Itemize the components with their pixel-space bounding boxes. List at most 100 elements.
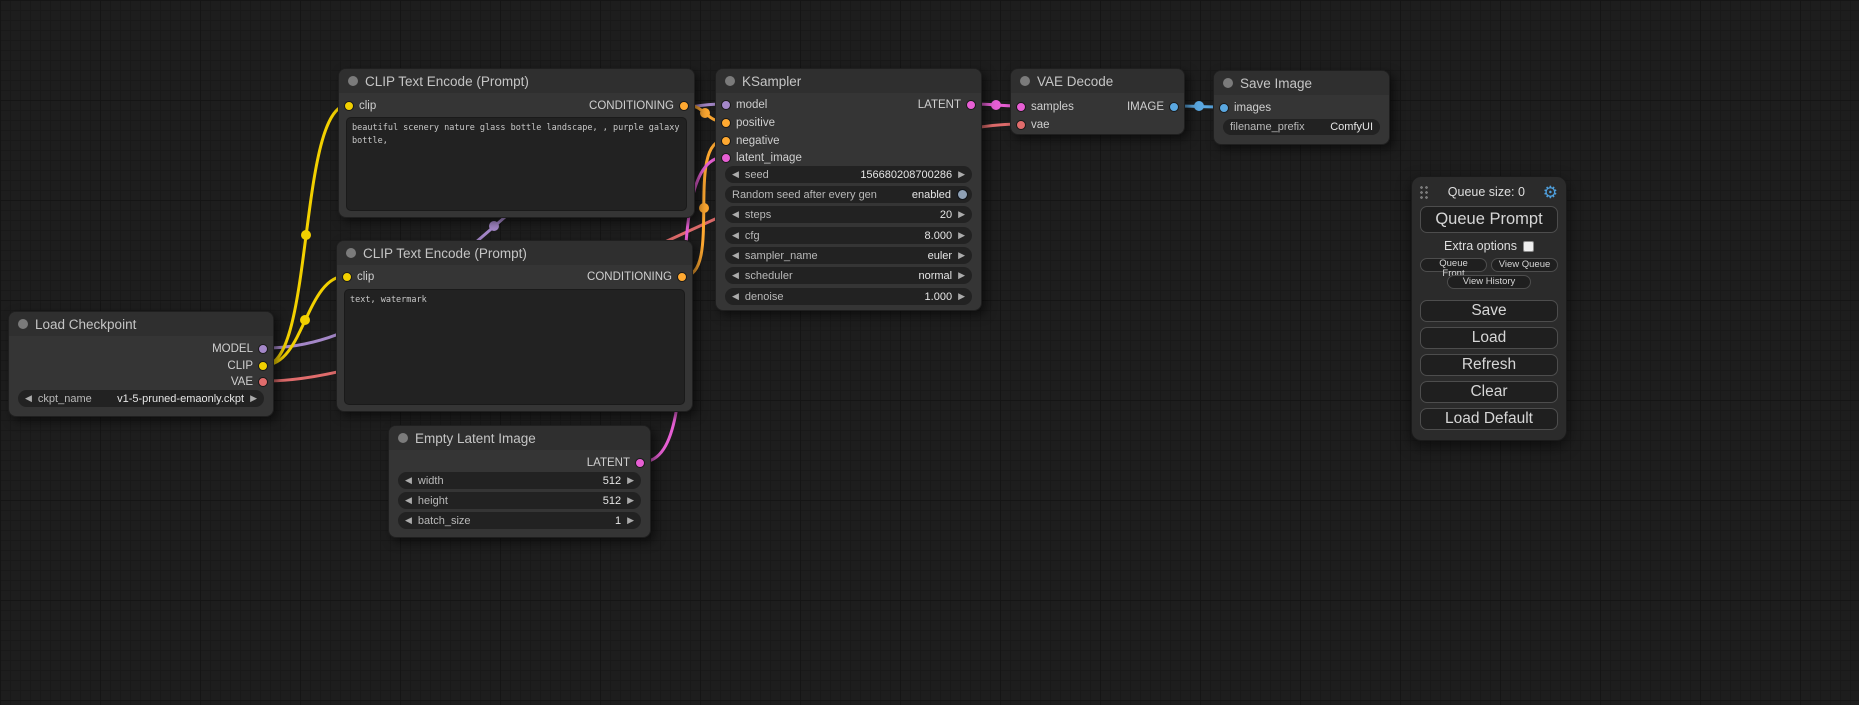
increment-arrow-icon[interactable]: ▶ — [958, 251, 965, 260]
decrement-arrow-icon[interactable]: ◀ — [732, 210, 739, 219]
input-slot-samples[interactable]: samples — [1016, 99, 1074, 115]
node-save-image[interactable]: Save Image images filename_prefix ComfyU… — [1213, 70, 1390, 145]
node-titlebar[interactable]: VAE Decode — [1011, 69, 1184, 93]
height-widget[interactable]: ◀ height 512 ▶ — [398, 492, 641, 509]
collapse-dot[interactable] — [1020, 76, 1030, 86]
denoise-widget[interactable]: ◀ denoise 1.000 ▶ — [725, 288, 972, 305]
output-slot-latent[interactable]: LATENT — [918, 97, 976, 113]
decrement-arrow-icon[interactable]: ◀ — [732, 271, 739, 280]
input-slot-positive[interactable]: positive — [721, 115, 775, 131]
decrement-arrow-icon[interactable]: ◀ — [732, 170, 739, 179]
decrement-arrow-icon[interactable]: ◀ — [25, 394, 32, 403]
seed-widget[interactable]: ◀ seed 156680208700286 ▶ — [725, 166, 972, 183]
queue-front-button[interactable]: Queue Front — [1420, 258, 1487, 272]
collapse-dot[interactable] — [346, 248, 356, 258]
load-default-button[interactable]: Load Default — [1420, 408, 1558, 430]
latent-port-icon[interactable] — [1016, 102, 1026, 112]
clip-port-icon[interactable] — [258, 361, 268, 371]
width-widget[interactable]: ◀ width 512 ▶ — [398, 472, 641, 489]
node-vae-decode[interactable]: VAE Decode samples vae IMAGE — [1010, 68, 1185, 135]
vae-port-icon[interactable] — [1016, 120, 1026, 130]
output-slot-conditioning[interactable]: CONDITIONING — [589, 98, 689, 114]
negative-prompt-textarea[interactable]: text, watermark — [344, 289, 685, 405]
decrement-arrow-icon[interactable]: ◀ — [732, 251, 739, 260]
input-slot-model[interactable]: model — [721, 97, 767, 113]
filename-prefix-widget[interactable]: filename_prefix ComfyUI — [1223, 119, 1380, 135]
vae-port-icon[interactable] — [258, 377, 268, 387]
batch-size-widget[interactable]: ◀ batch_size 1 ▶ — [398, 512, 641, 529]
view-history-button[interactable]: View History — [1447, 275, 1531, 289]
increment-arrow-icon[interactable]: ▶ — [250, 394, 257, 403]
model-port-icon[interactable] — [258, 344, 268, 354]
clear-button[interactable]: Clear — [1420, 381, 1558, 403]
output-slot-vae[interactable]: VAE — [231, 374, 268, 390]
scheduler-widget[interactable]: ◀ scheduler normal ▶ — [725, 267, 972, 284]
decrement-arrow-icon[interactable]: ◀ — [405, 496, 412, 505]
image-port-icon[interactable] — [1169, 102, 1179, 112]
collapse-dot[interactable] — [18, 319, 28, 329]
node-titlebar[interactable]: Save Image — [1214, 71, 1389, 95]
node-titlebar[interactable]: CLIP Text Encode (Prompt) — [339, 69, 694, 93]
node-clip-text-encode-negative[interactable]: CLIP Text Encode (Prompt) clip CONDITION… — [336, 240, 693, 412]
node-titlebar[interactable]: KSampler — [716, 69, 981, 93]
increment-arrow-icon[interactable]: ▶ — [958, 271, 965, 280]
save-button[interactable]: Save — [1420, 300, 1558, 322]
extra-options-checkbox[interactable] — [1523, 241, 1534, 252]
clip-port-icon[interactable] — [342, 272, 352, 282]
queue-prompt-button[interactable]: Queue Prompt — [1420, 206, 1558, 233]
output-slot-conditioning[interactable]: CONDITIONING — [587, 269, 687, 285]
output-slot-latent[interactable]: LATENT — [587, 455, 645, 471]
increment-arrow-icon[interactable]: ▶ — [958, 170, 965, 179]
decrement-arrow-icon[interactable]: ◀ — [405, 476, 412, 485]
load-button[interactable]: Load — [1420, 327, 1558, 349]
input-slot-clip[interactable]: clip — [344, 98, 376, 114]
latent-port-icon[interactable] — [966, 100, 976, 110]
node-ksampler[interactable]: KSampler model positive negative latent_… — [715, 68, 982, 311]
node-load-checkpoint[interactable]: Load Checkpoint MODEL CLIP VAE ◀ ckpt_na… — [8, 311, 274, 417]
output-slot-image[interactable]: IMAGE — [1127, 99, 1179, 115]
increment-arrow-icon[interactable]: ▶ — [958, 231, 965, 240]
increment-arrow-icon[interactable]: ▶ — [627, 516, 634, 525]
collapse-dot[interactable] — [1223, 78, 1233, 88]
drag-handle-icon[interactable] — [1419, 185, 1430, 200]
ckpt-name-widget[interactable]: ◀ ckpt_name v1-5-pruned-emaonly.ckpt ▶ — [18, 390, 264, 407]
collapse-dot[interactable] — [398, 433, 408, 443]
random-seed-toggle[interactable]: Random seed after every gen enabled — [725, 186, 972, 203]
node-clip-text-encode-positive[interactable]: CLIP Text Encode (Prompt) clip CONDITION… — [338, 68, 695, 218]
node-titlebar[interactable]: Load Checkpoint — [9, 312, 273, 336]
refresh-button[interactable]: Refresh — [1420, 354, 1558, 376]
latent-port-icon[interactable] — [721, 153, 731, 163]
increment-arrow-icon[interactable]: ▶ — [958, 210, 965, 219]
input-slot-negative[interactable]: negative — [721, 133, 779, 149]
collapse-dot[interactable] — [725, 76, 735, 86]
conditioning-port-icon[interactable] — [677, 272, 687, 282]
conditioning-port-icon[interactable] — [679, 101, 689, 111]
cfg-widget[interactable]: ◀ cfg 8.000 ▶ — [725, 227, 972, 244]
image-port-icon[interactable] — [1219, 103, 1229, 113]
decrement-arrow-icon[interactable]: ◀ — [732, 231, 739, 240]
increment-arrow-icon[interactable]: ▶ — [627, 496, 634, 505]
output-slot-clip[interactable]: CLIP — [227, 358, 268, 374]
node-titlebar[interactable]: Empty Latent Image — [389, 426, 650, 450]
clip-port-icon[interactable] — [344, 101, 354, 111]
decrement-arrow-icon[interactable]: ◀ — [405, 516, 412, 525]
positive-prompt-textarea[interactable]: beautiful scenery nature glass bottle la… — [346, 117, 687, 211]
increment-arrow-icon[interactable]: ▶ — [958, 292, 965, 301]
view-queue-button[interactable]: View Queue — [1491, 258, 1558, 272]
input-slot-vae[interactable]: vae — [1016, 117, 1050, 133]
conditioning-port-icon[interactable] — [721, 136, 731, 146]
model-port-icon[interactable] — [721, 100, 731, 110]
sampler-name-widget[interactable]: ◀ sampler_name euler ▶ — [725, 247, 972, 264]
input-slot-images[interactable]: images — [1219, 100, 1271, 116]
toggle-knob-icon[interactable] — [957, 189, 968, 200]
decrement-arrow-icon[interactable]: ◀ — [732, 292, 739, 301]
steps-widget[interactable]: ◀ steps 20 ▶ — [725, 206, 972, 223]
input-slot-latent-image[interactable]: latent_image — [721, 150, 802, 166]
input-slot-clip[interactable]: clip — [342, 269, 374, 285]
conditioning-port-icon[interactable] — [721, 118, 731, 128]
collapse-dot[interactable] — [348, 76, 358, 86]
latent-port-icon[interactable] — [635, 458, 645, 468]
increment-arrow-icon[interactable]: ▶ — [627, 476, 634, 485]
node-graph-canvas[interactable]: Load Checkpoint MODEL CLIP VAE ◀ ckpt_na… — [0, 0, 1859, 705]
node-empty-latent-image[interactable]: Empty Latent Image LATENT ◀ width 512 ▶ … — [388, 425, 651, 538]
